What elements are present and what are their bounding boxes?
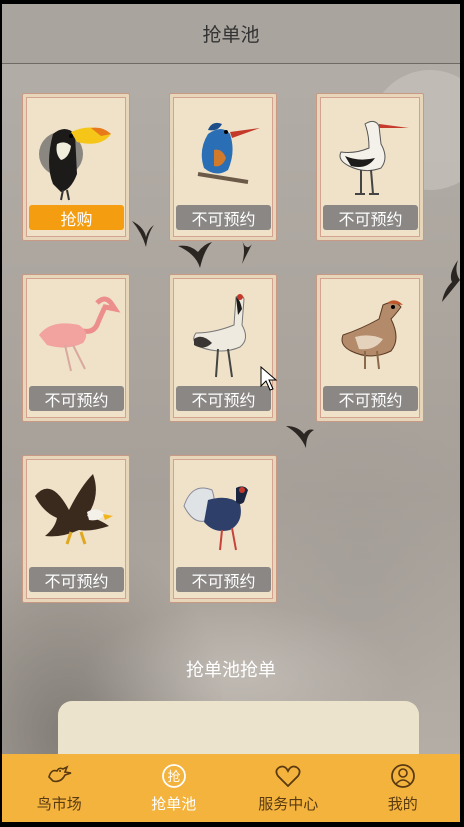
tab-service-center[interactable]: 服务中心	[231, 754, 346, 822]
bird-card[interactable]: 不可预约	[316, 274, 424, 422]
bird-card[interactable]: 不可预约	[22, 274, 130, 422]
bird-card[interactable]: 抢购	[22, 93, 130, 241]
kingfisher-icon	[197, 122, 260, 184]
bird-card[interactable]: 不可预约	[169, 455, 277, 603]
partridge-icon	[341, 300, 403, 370]
tab-label: 鸟市场	[36, 794, 82, 813]
grab-section-title: 抢单池抢单	[186, 660, 276, 681]
page-header: 抢单池	[2, 4, 460, 64]
unavailable-button[interactable]: 不可预约	[176, 386, 271, 411]
grab-button[interactable]: 抢购	[29, 205, 124, 230]
toucan-icon	[39, 127, 111, 201]
crane-icon	[193, 294, 246, 378]
stork-icon	[339, 120, 409, 195]
bottom-tab-bar: 鸟市场 抢 抢单池 服务中心 我的	[2, 754, 460, 822]
svg-text:抢: 抢	[167, 769, 180, 785]
tab-grab-pool[interactable]: 抢 抢单池	[117, 754, 232, 822]
unavailable-button[interactable]: 不可预约	[29, 567, 124, 592]
flying-bird-icon	[442, 260, 460, 302]
tab-label: 服务中心	[258, 794, 319, 813]
flying-bird-icon	[178, 242, 212, 268]
bird-card[interactable]: 不可预约	[169, 93, 277, 241]
tab-mine[interactable]: 我的	[346, 754, 461, 822]
unavailable-button[interactable]: 不可预约	[323, 205, 418, 230]
tab-bird-market[interactable]: 鸟市场	[2, 754, 117, 822]
eagle-icon	[35, 474, 113, 545]
bird-card[interactable]: 不可预约	[316, 93, 424, 241]
flying-bird-icon	[286, 426, 314, 448]
bird-market-icon	[48, 764, 72, 782]
bird-card[interactable]: 不可预约	[22, 455, 130, 603]
app-frame: 抢单池 抢购 不可预约 不可预约 不可预约 不可预约 不可预约 不可预约 不可预…	[2, 4, 460, 822]
page-title: 抢单池	[202, 24, 260, 46]
pheasant-icon	[183, 486, 248, 551]
unavailable-button[interactable]: 不可预约	[323, 386, 418, 411]
flying-bird-icon	[242, 240, 252, 264]
unavailable-button[interactable]: 不可预约	[176, 567, 271, 592]
mouse-cursor-icon	[260, 366, 278, 391]
grab-pool-icon: 抢	[161, 763, 186, 788]
heart-icon	[275, 765, 301, 787]
tab-label: 我的	[387, 794, 418, 813]
unavailable-button[interactable]: 不可预约	[176, 205, 271, 230]
tab-label: 抢单池	[151, 794, 197, 813]
flamingo-icon	[39, 296, 121, 372]
flying-bird-icon	[132, 221, 154, 247]
unavailable-button[interactable]: 不可预约	[29, 386, 124, 411]
user-icon	[390, 763, 415, 788]
bird-card[interactable]: 不可预约	[169, 274, 277, 422]
